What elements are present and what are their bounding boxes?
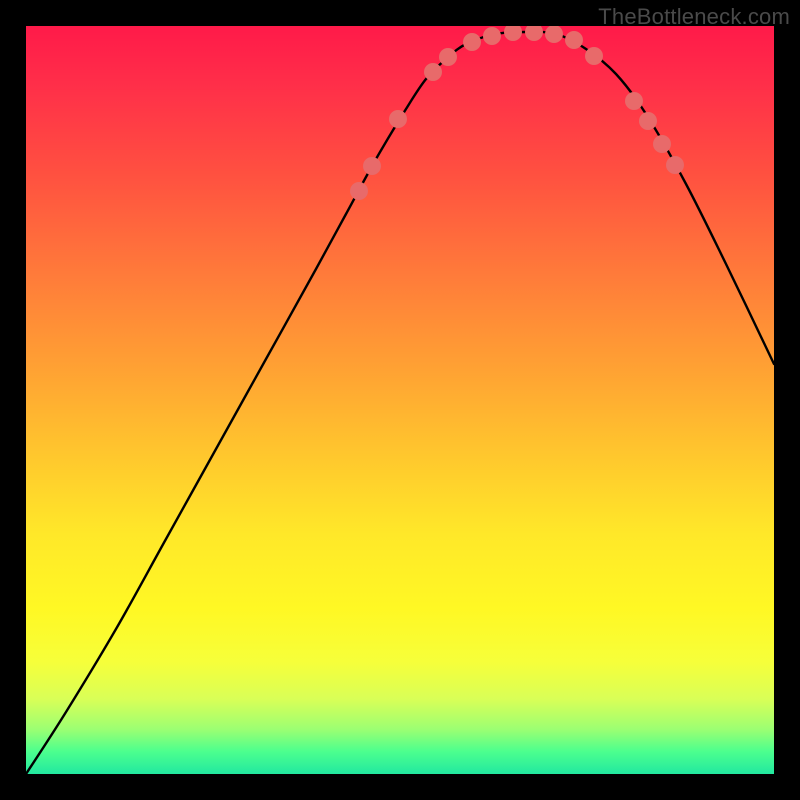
chart-frame: TheBottleneck.com bbox=[0, 0, 800, 800]
highlight-dot bbox=[439, 48, 457, 66]
highlight-dot bbox=[653, 135, 671, 153]
highlight-dot bbox=[639, 112, 657, 130]
highlight-dot bbox=[424, 63, 442, 81]
highlight-dot bbox=[363, 157, 381, 175]
highlight-dot bbox=[483, 27, 501, 45]
highlight-dot bbox=[545, 26, 563, 43]
highlight-dot bbox=[565, 31, 583, 49]
highlight-dot bbox=[504, 26, 522, 41]
highlight-dot bbox=[389, 110, 407, 128]
highlight-dot bbox=[463, 33, 481, 51]
plot-area bbox=[26, 26, 774, 774]
highlight-dot bbox=[625, 92, 643, 110]
highlight-dot bbox=[350, 182, 368, 200]
highlight-dot bbox=[585, 47, 603, 65]
curve-svg bbox=[26, 26, 774, 774]
highlight-dot bbox=[666, 156, 684, 174]
highlight-dots bbox=[350, 26, 684, 200]
highlight-dot bbox=[525, 26, 543, 41]
